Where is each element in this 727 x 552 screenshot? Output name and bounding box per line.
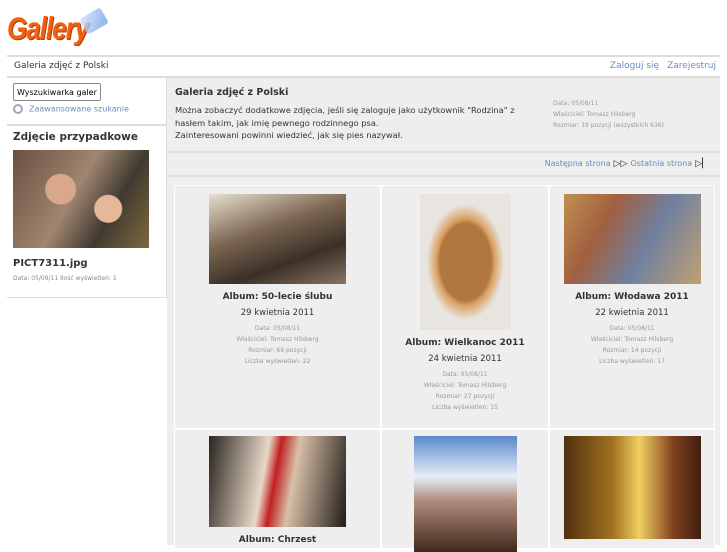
- magnifier-icon: [13, 104, 23, 114]
- album-card: [381, 429, 549, 552]
- random-image-thumbnail[interactable]: [13, 150, 149, 248]
- album-card: Album: Włodawa 2011 22 kwietnia 2011 Dat…: [549, 185, 715, 429]
- register-link[interactable]: Zarejestruj: [667, 61, 716, 71]
- album-size: Rozmiar: 27 pozycji: [435, 393, 495, 400]
- album-title[interactable]: Album: Wielkanoc 2011: [382, 338, 548, 348]
- pager: Następna strona ▷▷ Ostatnia strona ▷▏: [167, 155, 720, 177]
- album-views: Liczba wyświetleń: 15: [432, 404, 498, 411]
- album-title[interactable]: Album: Chrzest: [175, 535, 380, 545]
- album-thumbnail[interactable]: [209, 436, 346, 527]
- random-image-name[interactable]: PICT7311.jpg: [13, 258, 88, 269]
- album-date: 24 kwietnia 2011: [428, 354, 502, 364]
- random-image-meta: Data: 05/09/11 Ilość wyświetleń: 1: [13, 275, 117, 282]
- gallery-owner: Właściciel: Tomasz Hilsberg: [553, 111, 636, 118]
- album-date: 22 kwietnia 2011: [595, 308, 669, 318]
- next-page-link[interactable]: Następna strona: [545, 159, 611, 168]
- gallery-info: Galeria zdjęć z Polski Można zobaczyć do…: [167, 78, 720, 153]
- last-arrow-icon[interactable]: ▷▏: [695, 159, 709, 169]
- album-views: Liczba wyświetleń: 22: [244, 358, 311, 365]
- album-thumbnail[interactable]: [419, 194, 511, 330]
- album-date: 29 kwietnia 2011: [240, 308, 315, 318]
- random-image-heading: Zdjęcie przypadkowe: [13, 131, 138, 143]
- album-meta-date: Data: 05/08/11: [609, 325, 655, 332]
- album-thumbnail[interactable]: [563, 436, 701, 539]
- gallery-description-2: Zainteresowani powinni wiedzieć, jak się…: [175, 130, 403, 140]
- album-thumbnail[interactable]: [209, 194, 346, 284]
- advanced-search-link[interactable]: Zaawansowane szukanie: [29, 105, 129, 114]
- album-size: Rozmiar: 14 pozycji: [602, 347, 662, 354]
- album-card: Album: Chrzest: [174, 429, 381, 549]
- album-owner: Właściciel: Tomasz Hilsberg: [590, 336, 674, 343]
- album-grid: Album: 50-lecie ślubu 29 kwietnia 2011 D…: [174, 185, 715, 552]
- album-meta-date: Data: 05/08/11: [254, 325, 301, 332]
- login-link[interactable]: Zaloguj się: [610, 61, 659, 71]
- album-title[interactable]: Album: 50-lecie ślubu: [175, 292, 380, 302]
- gallery-size: Rozmiar: 19 pozycji (wszystkich 636): [553, 122, 664, 129]
- last-page-link[interactable]: Ostatnia strona: [630, 159, 692, 168]
- gallery-description: Można zobaczyć dodatkowe zdjęcia, jeśli …: [175, 105, 515, 128]
- album-owner: Właściciel: Tomasz Hilsberg: [423, 382, 507, 389]
- breadcrumb[interactable]: Galeria zdjęć z Polski: [14, 61, 109, 71]
- sidebar: Zaawansowane szukanie Zdjęcie przypadkow…: [7, 78, 167, 298]
- gallery-logo[interactable]: Gallery: [7, 7, 109, 52]
- album-meta-date: Data: 05/08/11: [442, 371, 488, 378]
- album-title[interactable]: Album: Włodawa 2011: [550, 292, 714, 302]
- album-card: Album: 50-lecie ślubu 29 kwietnia 2011 D…: [174, 185, 381, 429]
- album-thumbnail[interactable]: [413, 436, 517, 552]
- album-thumbnail[interactable]: [563, 194, 701, 284]
- search-input[interactable]: [13, 83, 101, 101]
- header-bar: Galeria zdjęć z Polski Zaloguj się Zareje…: [7, 55, 720, 78]
- gallery-title: Galeria zdjęć z Polski: [175, 87, 289, 98]
- album-card: Album: Wielkanoc 2011 24 kwietnia 2011 D…: [381, 185, 549, 429]
- logo-text: Gallery: [7, 10, 89, 46]
- album-size: Rozmiar: 69 pozycji: [248, 347, 307, 354]
- gallery-date: Data: 05/08/11: [553, 100, 599, 107]
- album-owner: Właściciel: Tomasz Hilsberg: [236, 336, 319, 343]
- album-views: Liczba wyświetleń: 17: [599, 358, 665, 365]
- next-arrow-icon[interactable]: ▷▷: [614, 159, 628, 169]
- album-card: [549, 429, 715, 549]
- divider: [7, 124, 166, 126]
